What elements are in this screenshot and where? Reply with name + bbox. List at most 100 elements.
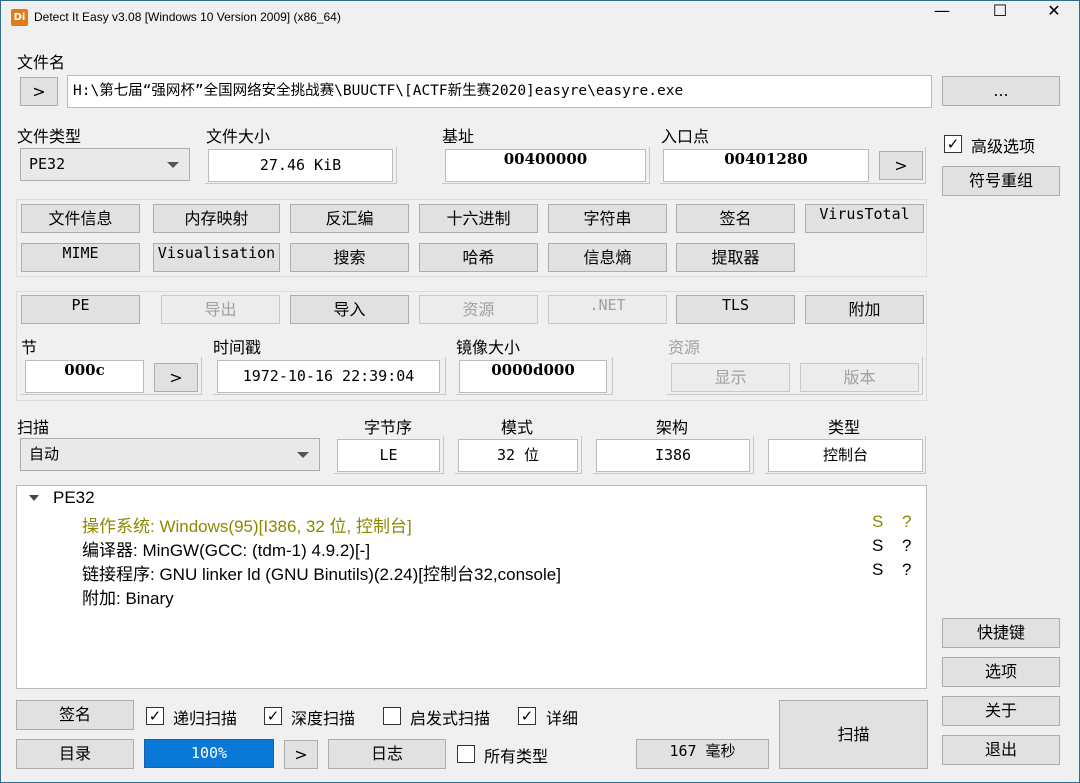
endianness-field: LE bbox=[337, 439, 440, 472]
strings-button[interactable]: 字符串 bbox=[548, 204, 667, 233]
result-linker-s[interactable]: S bbox=[872, 560, 883, 580]
browse-button[interactable]: ... bbox=[942, 76, 1060, 106]
arch-field: I386 bbox=[596, 439, 750, 472]
next-button[interactable]: > bbox=[284, 740, 318, 769]
chevron-down-icon bbox=[297, 452, 309, 458]
image-size-field: 0000d000 bbox=[459, 360, 607, 393]
hex-button[interactable]: 十六进制 bbox=[419, 204, 538, 233]
results-tree[interactable]: PE32 操作系统: Windows(95)[I386, 32 位, 控制台] … bbox=[16, 485, 927, 689]
base-address-field[interactable]: 00400000 bbox=[445, 149, 646, 182]
verbose-checkbox[interactable]: ✓ bbox=[518, 707, 536, 725]
overlay-button[interactable]: 附加 bbox=[805, 295, 924, 324]
advanced-checkbox[interactable]: ✓ bbox=[944, 135, 962, 153]
file-info-button[interactable]: 文件信息 bbox=[21, 204, 140, 233]
virustotal-button[interactable]: VirusTotal bbox=[805, 204, 924, 233]
heuristic-checkbox[interactable] bbox=[383, 707, 401, 725]
file-name-label: 文件名 bbox=[17, 53, 66, 72]
file-path-field[interactable]: H:\第七届“强网杯”全国网络安全挑战赛\BUUCTF\[ACTF新生赛2020… bbox=[67, 75, 932, 108]
close-button[interactable]: ✕ bbox=[1031, 1, 1077, 34]
client-area: 文件名 > H:\第七届“强网杯”全国网络安全挑战赛\BUUCTF\[ACTF新… bbox=[1, 34, 1079, 782]
file-type-label: 文件类型 bbox=[17, 127, 82, 146]
title-bar: Di Detect It Easy v3.08 [Windows 10 Vers… bbox=[1, 1, 1079, 34]
signatures-button[interactable]: 签名 bbox=[676, 204, 795, 233]
type-label: 类型 bbox=[828, 418, 861, 437]
import-button[interactable]: 导入 bbox=[290, 295, 409, 324]
extractor-button[interactable]: 提取器 bbox=[676, 243, 795, 272]
show-resources-button: 显示 bbox=[671, 363, 790, 392]
image-size-label: 镜像大小 bbox=[456, 338, 521, 357]
deep-scan-checkbox[interactable]: ✓ bbox=[264, 707, 282, 725]
section-count-field: 000c bbox=[25, 360, 144, 393]
mime-button[interactable]: MIME bbox=[21, 243, 140, 272]
result-os-s[interactable]: S bbox=[872, 512, 883, 532]
resources-button: 资源 bbox=[419, 295, 538, 324]
all-types-label: 所有类型 bbox=[484, 747, 549, 766]
scan-mode-value: 自动 bbox=[29, 445, 60, 463]
about-button[interactable]: 关于 bbox=[942, 696, 1060, 726]
exit-button[interactable]: 退出 bbox=[942, 735, 1060, 765]
tree-root[interactable]: PE32 bbox=[53, 488, 95, 508]
recursive-label: 递归扫描 bbox=[173, 709, 238, 728]
timestamp-label: 时间戳 bbox=[213, 338, 262, 357]
mode-label: 模式 bbox=[501, 418, 534, 437]
section-go-button[interactable]: > bbox=[154, 363, 198, 392]
memory-map-button[interactable]: 内存映射 bbox=[153, 204, 280, 233]
entry-point-go-button[interactable]: > bbox=[879, 151, 923, 180]
result-compiler[interactable]: 编译器: MinGW(GCC: (tdm-1) 4.9.2)[-] bbox=[82, 536, 370, 561]
file-type-select[interactable]: PE32 bbox=[20, 148, 190, 181]
tls-button[interactable]: TLS bbox=[676, 295, 795, 324]
base-address-label: 基址 bbox=[442, 127, 475, 146]
result-os[interactable]: 操作系统: Windows(95)[I386, 32 位, 控制台] bbox=[82, 512, 412, 537]
minimize-button[interactable]: — bbox=[919, 1, 965, 34]
pe-tab-button[interactable]: PE bbox=[21, 295, 140, 324]
options-button[interactable]: 选项 bbox=[942, 657, 1060, 687]
result-compiler-help[interactable]: ? bbox=[902, 536, 911, 556]
main-window: Di Detect It Easy v3.08 [Windows 10 Vers… bbox=[0, 0, 1080, 783]
search-button[interactable]: 搜索 bbox=[290, 243, 409, 272]
result-os-help[interactable]: ? bbox=[902, 512, 911, 532]
arch-label: 架构 bbox=[656, 418, 689, 437]
visualisation-button[interactable]: Visualisation bbox=[153, 243, 280, 272]
dotnet-button: .NET bbox=[548, 295, 667, 324]
file-size-field: 27.46 KiB bbox=[208, 149, 393, 182]
log-button[interactable]: 日志 bbox=[328, 739, 446, 769]
mode-field: 32 位 bbox=[458, 439, 578, 472]
window-title: Detect It Easy v3.08 [Windows 10 Version… bbox=[34, 10, 341, 24]
app-logo-icon: Di bbox=[11, 9, 28, 26]
disasm-button[interactable]: 反汇编 bbox=[290, 204, 409, 233]
advanced-label: 高级选项 bbox=[971, 137, 1036, 156]
verbose-label: 详细 bbox=[546, 709, 579, 728]
scan-button[interactable]: 扫描 bbox=[779, 700, 928, 769]
timestamp-field: 1972-10-16 22:39:04 bbox=[217, 360, 440, 393]
scan-mode-select[interactable]: 自动 bbox=[20, 438, 320, 471]
shortcuts-button[interactable]: 快捷键 bbox=[942, 618, 1060, 648]
signature-button[interactable]: 签名 bbox=[16, 700, 134, 730]
directory-button[interactable]: 目录 bbox=[16, 739, 134, 769]
entry-point-field[interactable]: 00401280 bbox=[663, 149, 869, 182]
result-linker[interactable]: 链接程序: GNU linker ld (GNU Binutils)(2.24)… bbox=[82, 560, 561, 585]
heuristic-label: 启发式扫描 bbox=[410, 709, 491, 728]
chevron-down-icon bbox=[167, 162, 179, 168]
expand-arrow-icon[interactable] bbox=[29, 495, 39, 501]
endianness-label: 字节序 bbox=[364, 418, 413, 437]
result-overlay[interactable]: 附加: Binary bbox=[82, 584, 174, 609]
recursive-checkbox[interactable]: ✓ bbox=[146, 707, 164, 725]
type-field: 控制台 bbox=[768, 439, 923, 472]
file-size-label: 文件大小 bbox=[206, 127, 271, 146]
scan-progress-bar: 100% bbox=[144, 739, 274, 768]
deep-scan-label: 深度扫描 bbox=[291, 709, 356, 728]
scan-time-display: 167 毫秒 bbox=[636, 739, 769, 769]
result-linker-help[interactable]: ? bbox=[902, 560, 911, 580]
file-type-value: PE32 bbox=[29, 155, 66, 173]
scan-label: 扫描 bbox=[17, 418, 50, 437]
hash-button[interactable]: 哈希 bbox=[419, 243, 538, 272]
entropy-button[interactable]: 信息熵 bbox=[548, 243, 667, 272]
maximize-button[interactable]: ☐ bbox=[977, 1, 1023, 34]
result-compiler-s[interactable]: S bbox=[872, 536, 883, 556]
demangle-button[interactable]: 符号重组 bbox=[942, 166, 1060, 196]
file-go-button[interactable]: > bbox=[20, 77, 58, 106]
export-button: 导出 bbox=[161, 295, 280, 324]
all-types-checkbox[interactable] bbox=[457, 745, 475, 763]
entry-point-label: 入口点 bbox=[661, 127, 710, 146]
version-button: 版本 bbox=[800, 363, 919, 392]
